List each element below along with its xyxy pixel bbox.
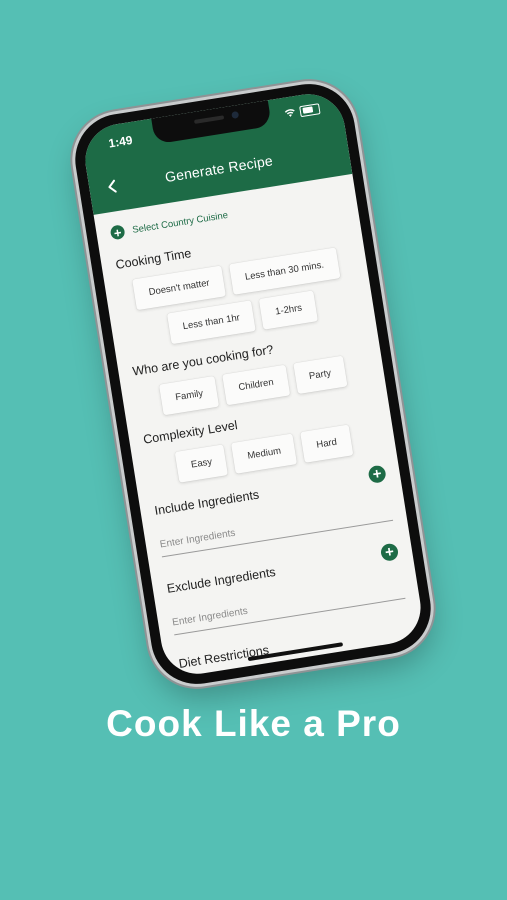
recipe-form: + Select Country Cuisine Cooking Time Do… xyxy=(94,174,425,673)
chip-party[interactable]: Party xyxy=(292,355,348,395)
chip-easy[interactable]: Easy xyxy=(174,444,229,483)
phone-screen: 1:49 Generate Recipe + Select Country Cu… xyxy=(80,88,426,680)
cooking-time-section: Cooking Time Doesn't matter Less than 30… xyxy=(115,221,361,350)
chip-family[interactable]: Family xyxy=(159,375,220,416)
chip-1-2hrs[interactable]: 1-2hrs xyxy=(259,290,319,330)
chip-hard[interactable]: Hard xyxy=(300,424,354,463)
status-icons xyxy=(283,102,321,119)
chip-medium[interactable]: Medium xyxy=(231,433,298,474)
exclude-ingredients-section: Exclude Ingredients + xyxy=(165,542,406,636)
phone-mockup: 1:49 Generate Recipe + Select Country Cu… xyxy=(68,77,438,691)
tagline: Cook Like a Pro xyxy=(106,703,401,744)
select-country-cuisine-label: Select Country Cuisine xyxy=(131,209,229,236)
status-time: 1:49 xyxy=(107,132,134,151)
chip-doesnt-matter[interactable]: Doesn't matter xyxy=(132,265,226,311)
plus-circle-icon: + xyxy=(109,224,126,241)
chip-children[interactable]: Children xyxy=(222,364,290,406)
chip-less-than-1hr[interactable]: Less than 1hr xyxy=(166,300,257,345)
speaker-grille xyxy=(193,115,225,124)
battery-icon xyxy=(299,102,321,117)
camera-icon xyxy=(231,110,240,119)
wifi-icon xyxy=(284,109,295,117)
